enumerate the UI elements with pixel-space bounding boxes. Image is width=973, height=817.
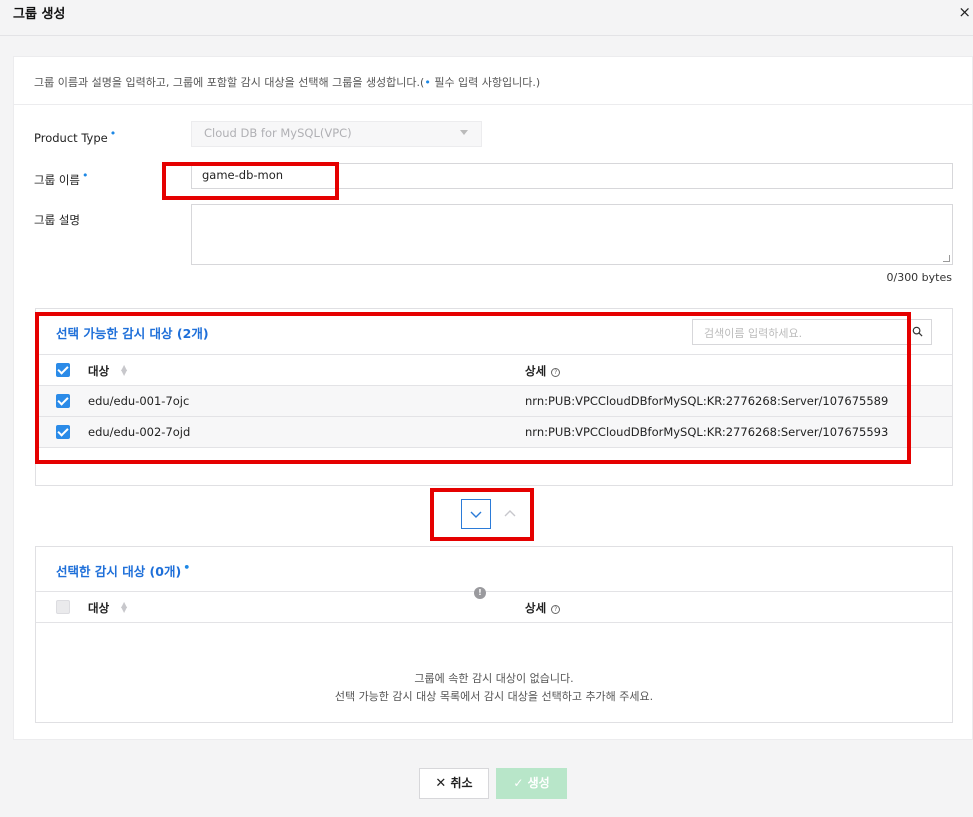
select-all-checkbox[interactable] [56, 363, 70, 377]
chevron-down-icon [470, 511, 482, 518]
row-target: edu/edu-002-7ojd [88, 425, 191, 439]
available-targets-box: 선택 가능한 감시 대상 (2개) 검색이름 입력하세요. 대상 ▲ ▼ 상세? … [35, 308, 953, 486]
check-icon: ✓ [513, 776, 524, 790]
available-targets-title: 선택 가능한 감시 대상 (2개) [56, 326, 209, 341]
col-target-header[interactable]: 대상 [88, 600, 109, 616]
search-placeholder: 검색이름 입력하세요. [704, 327, 803, 340]
available-table-header: 대상 ▲ ▼ 상세? [36, 354, 952, 386]
help-icon[interactable]: ? [551, 368, 561, 377]
selected-targets-box: 선택한 감시 대상 (0개) • 대상 ▲ ▼ 상세? 그룹에 속한 감시 대상이 … [35, 546, 953, 723]
col-target-header[interactable]: 대상 [88, 363, 109, 379]
create-button[interactable]: ✓ 생성 [496, 768, 567, 799]
group-name-input[interactable]: game-db-mon [191, 163, 953, 189]
row-target: edu/edu-001-7ojc [88, 394, 190, 408]
form-panel: 그룹 이름과 설명을 입력하고, 그룹에 포함할 감시 대상을 선택해 그룹을 … [13, 56, 973, 740]
empty-message-line2: 선택 가능한 감시 대상 목록에서 감시 대상을 선택하고 추가해 주세요. [334, 690, 654, 703]
row-detail: nrn:PUB:VPCCloudDBforMySQL:KR:2776268:Se… [525, 425, 889, 439]
search-icon[interactable] [912, 326, 923, 337]
row-checkbox[interactable] [56, 425, 70, 439]
group-desc-textarea[interactable] [191, 204, 953, 265]
selected-table-header: 대상 ▲ ▼ 상세? [36, 591, 952, 623]
group-desc-label: 그룹 설명 [34, 213, 80, 227]
cancel-label: 취소 [450, 776, 473, 790]
resize-handle[interactable] [943, 255, 950, 262]
sort-icon[interactable]: ▲ ▼ [121, 601, 127, 614]
product-type-label: Product Type • [34, 127, 117, 145]
row-detail: nrn:PUB:VPCCloudDBforMySQL:KR:2776268:Se… [525, 394, 889, 408]
required-dot: • [81, 169, 89, 182]
move-up-button[interactable] [496, 499, 526, 529]
required-dot: • [183, 561, 191, 574]
product-type-select[interactable]: Cloud DB for MySQL(VPC) [191, 121, 482, 147]
description-suffix: 필수 입력 사항입니다.) [430, 76, 541, 89]
selected-targets-title: 선택한 감시 대상 (0개) • [56, 561, 191, 580]
close-icon: ✕ [435, 776, 447, 791]
divider [14, 104, 972, 105]
dialog-title: 그룹 생성 [13, 7, 66, 22]
form-description: 그룹 이름과 설명을 입력하고, 그룹에 포함할 감시 대상을 선택해 그룹을 … [34, 74, 540, 90]
select-all-checkbox[interactable] [56, 600, 70, 614]
move-down-button[interactable] [461, 499, 491, 529]
table-row[interactable]: edu/edu-002-7ojd nrn:PUB:VPCCloudDBforMy… [36, 417, 952, 448]
help-icon[interactable]: ? [551, 605, 561, 614]
product-type-value: Cloud DB for MySQL(VPC) [204, 126, 352, 140]
exclamation-icon: ! [474, 587, 486, 599]
required-dot: • [109, 127, 117, 140]
dialog-header: 그룹 생성 × [0, 0, 973, 36]
chevron-down-icon [460, 130, 468, 135]
col-detail-header: 상세? [525, 600, 561, 616]
byte-counter: 0/300 bytes [886, 271, 952, 284]
close-icon[interactable]: × [958, 3, 971, 21]
col-detail-header: 상세? [525, 363, 561, 379]
table-row[interactable]: edu/edu-001-7ojc nrn:PUB:VPCCloudDBforMy… [36, 386, 952, 417]
description-text: 그룹 이름과 설명을 입력하고, 그룹에 포함할 감시 대상을 선택해 그룹을 … [34, 76, 425, 89]
empty-message-line1: 그룹에 속한 감시 대상이 없습니다. [414, 672, 574, 685]
group-name-label: 그룹 이름 • [34, 169, 89, 187]
row-checkbox[interactable] [56, 394, 70, 408]
chevron-up-icon [504, 510, 516, 517]
target-search-input[interactable]: 검색이름 입력하세요. [692, 319, 932, 345]
cancel-button[interactable]: ✕ 취소 [419, 768, 489, 799]
create-label: 생성 [527, 776, 550, 790]
sort-icon[interactable]: ▲ ▼ [121, 364, 127, 377]
